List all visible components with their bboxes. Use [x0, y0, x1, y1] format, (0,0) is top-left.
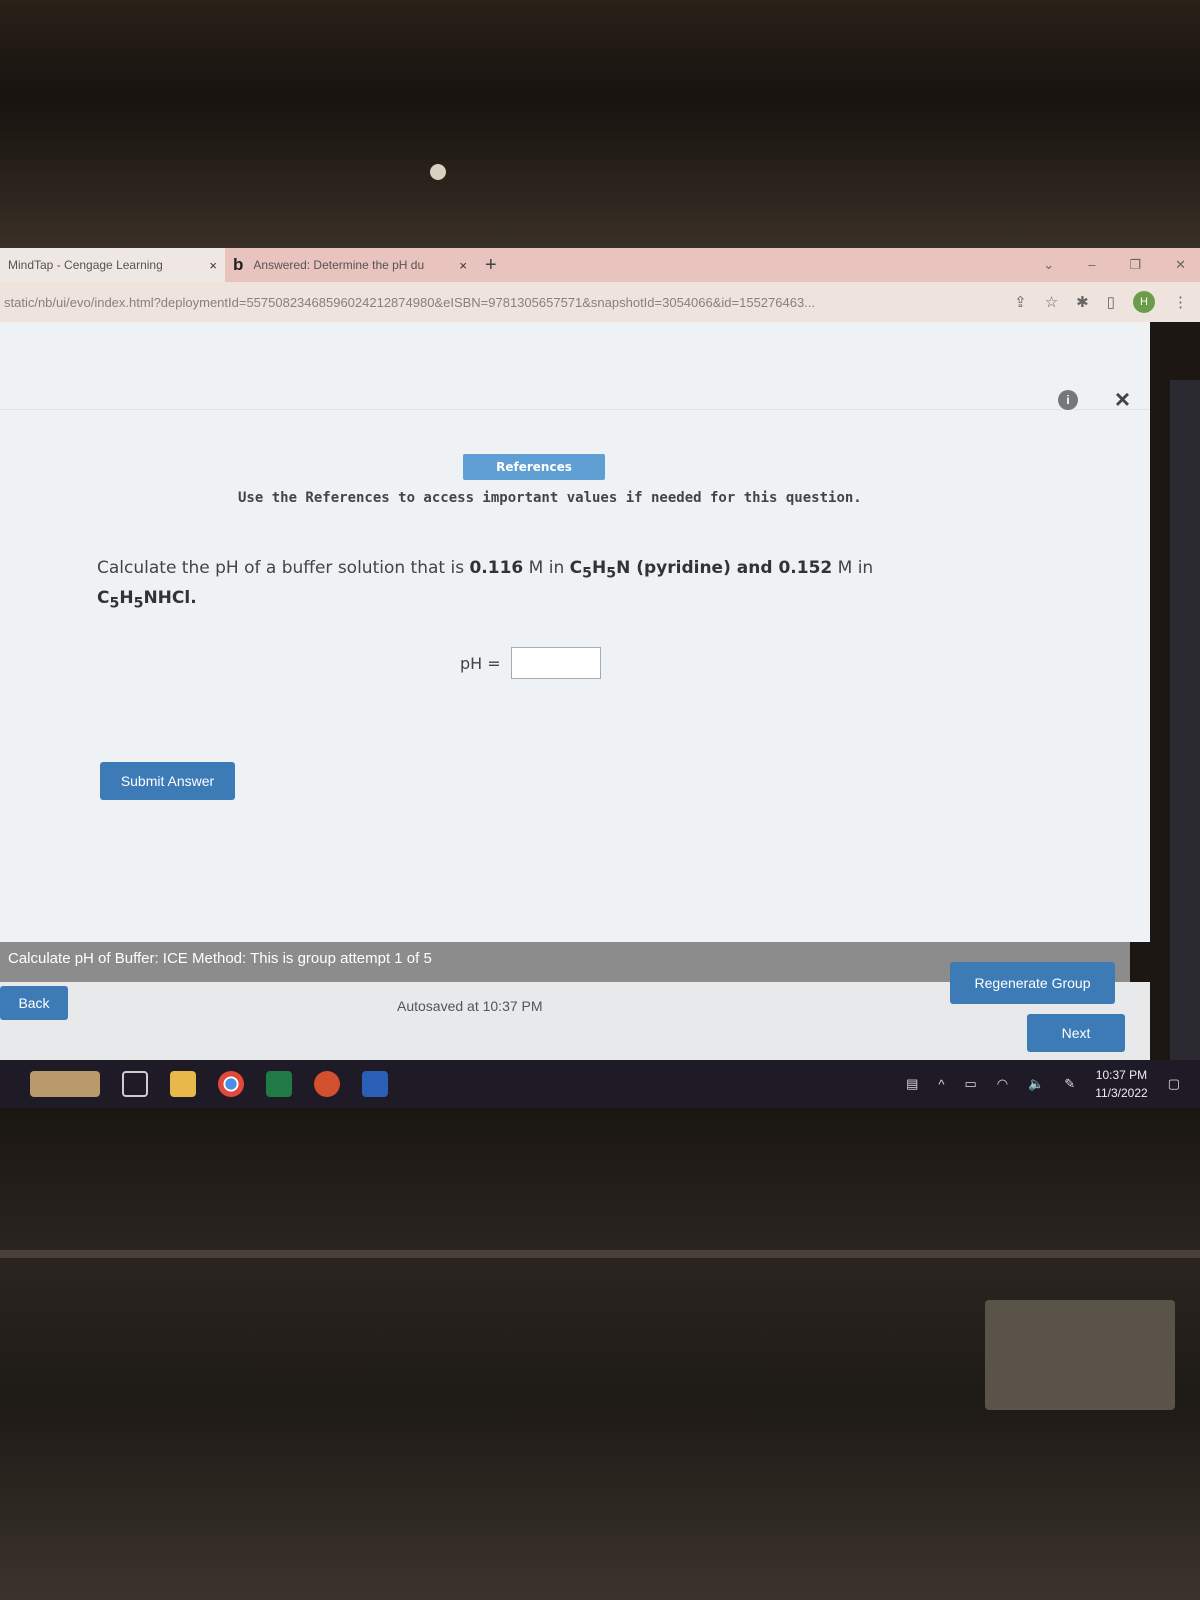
hinge-pad — [985, 1300, 1175, 1410]
tab-label: Answered: Determine the pH du — [253, 258, 425, 272]
taskbar: ▤ ^ ▭ ◠ 🔈 ✎ 10:37 PM 11/3/2022 ▢ — [0, 1060, 1200, 1108]
close-tab-icon[interactable]: × — [459, 258, 467, 273]
extensions-icon[interactable]: ✱ — [1076, 293, 1089, 311]
webcam — [430, 164, 446, 180]
submit-answer-button[interactable]: Submit Answer — [100, 762, 235, 800]
minimize-icon[interactable]: – — [1088, 257, 1095, 273]
concentration-2: 0.152 — [778, 558, 833, 578]
file-explorer-icon[interactable] — [170, 1071, 196, 1097]
date: 11/3/2022 — [1095, 1086, 1148, 1100]
pen-icon[interactable]: ✎ — [1064, 1076, 1075, 1092]
time: 10:37 PM — [1095, 1068, 1148, 1082]
question-part: M in — [832, 558, 874, 578]
profile-avatar[interactable]: H — [1133, 291, 1155, 313]
menu-icon[interactable]: ⋮ — [1173, 293, 1188, 311]
close-tab-icon[interactable]: × — [209, 258, 217, 273]
page-header: i × — [0, 322, 1150, 414]
references-note: Use the References to access important v… — [238, 490, 862, 506]
url-input[interactable]: static/nb/ui/evo/index.html?deploymentId… — [4, 295, 1014, 310]
tab-label: MindTap - Cengage Learning — [8, 258, 163, 272]
close-window-icon[interactable]: ✕ — [1175, 257, 1186, 273]
share-icon[interactable]: ⇪ — [1014, 293, 1027, 311]
laptop-hinge — [0, 1250, 1200, 1258]
back-button[interactable]: Back — [0, 986, 68, 1020]
footer-bar: Back Autosaved at 10:37 PM Regenerate Gr… — [0, 962, 1150, 1060]
sidebar-icon[interactable]: ▯ — [1107, 293, 1115, 311]
powerpoint-icon[interactable] — [314, 1071, 340, 1097]
laptop-bezel — [0, 0, 1200, 250]
restore-icon[interactable]: ❐ — [1129, 257, 1141, 273]
close-icon[interactable]: × — [1115, 384, 1130, 415]
wifi-icon[interactable]: ◠ — [997, 1076, 1008, 1092]
ph-input[interactable] — [510, 647, 601, 679]
notifications-icon[interactable]: ▢ — [1168, 1076, 1180, 1092]
widgets-icon[interactable] — [30, 1071, 100, 1097]
chrome-icon[interactable] — [218, 1071, 244, 1097]
species-pyridinium-chloride: C5H5NHCl. — [97, 588, 197, 612]
word-icon[interactable] — [362, 1071, 388, 1097]
new-tab-button[interactable]: + — [475, 254, 507, 277]
question-part: M in — [523, 558, 570, 578]
battery-icon[interactable]: ▭ — [964, 1076, 976, 1092]
tab-bar: MindTap - Cengage Learning × b Answered:… — [0, 248, 1200, 282]
regenerate-group-button[interactable]: Regenerate Group — [950, 962, 1115, 1004]
question-page: i × References Use the References to acc… — [0, 322, 1150, 942]
right-sidebar — [1170, 380, 1200, 1080]
address-bar: static/nb/ui/evo/index.html?deploymentId… — [0, 282, 1200, 322]
tab-mindtap[interactable]: MindTap - Cengage Learning × — [0, 248, 225, 282]
news-icon[interactable]: ▤ — [906, 1076, 918, 1092]
task-view-icon[interactable] — [122, 1071, 148, 1097]
clock[interactable]: 10:37 PM 11/3/2022 — [1095, 1066, 1148, 1102]
concentration-1: 0.116 — [469, 558, 524, 578]
species-pyridine: C5H5N — [569, 558, 631, 582]
ph-answer-row: pH = — [460, 647, 601, 679]
tab-search-icon[interactable]: ⌄ — [1043, 257, 1054, 273]
volume-icon[interactable]: 🔈 — [1028, 1076, 1044, 1092]
question-text: Calculate the pH of a buffer solution th… — [97, 556, 917, 617]
bookmark-star-icon[interactable]: ☆ — [1045, 293, 1058, 311]
tab-answered[interactable]: b Answered: Determine the pH du × — [225, 248, 475, 282]
excel-icon[interactable] — [266, 1071, 292, 1097]
next-button[interactable]: Next — [1027, 1014, 1125, 1052]
references-button[interactable]: References — [463, 454, 605, 480]
show-hidden-icons-chevron-up-icon[interactable]: ^ — [938, 1077, 944, 1092]
bartleby-icon: b — [233, 255, 244, 274]
question-part: Calculate the pH of a buffer solution th… — [97, 558, 470, 578]
ph-label: pH = — [460, 653, 501, 673]
question-part: (pyridine) and — [630, 558, 779, 578]
system-tray: ▤ ^ ▭ ◠ 🔈 ✎ 10:37 PM 11/3/2022 ▢ — [906, 1066, 1200, 1102]
autosave-status: Autosaved at 10:37 PM — [397, 998, 543, 1014]
info-icon[interactable]: i — [1058, 390, 1078, 410]
